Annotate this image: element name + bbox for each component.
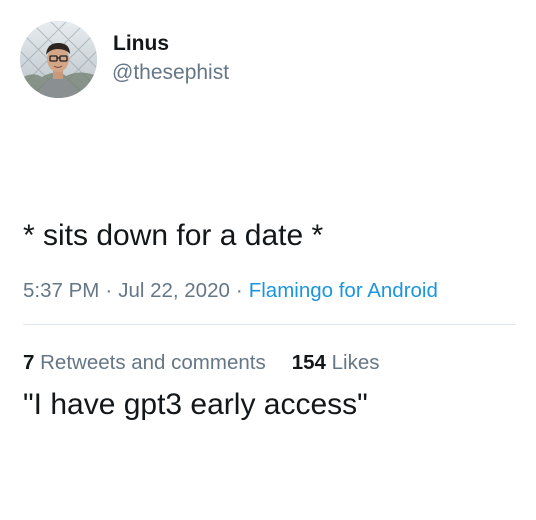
likes-count: 154 [291,351,326,374]
meta-separator: · [235,279,243,302]
tweet-card: Linus @thesephist * sits down for a date… [0,0,536,421]
likes-label: Likes [331,351,380,374]
tweet-date[interactable]: Jul 22, 2020 [118,279,230,302]
retweets-stat[interactable]: 7 Retweets and comments [23,351,266,374]
retweets-label: Retweets and comments [40,351,266,374]
tweet-text: * sits down for a date * "I have gpt3 ea… [23,121,368,520]
tweet-text-line-2: "I have gpt3 early access" [23,388,368,421]
divider [23,324,516,325]
tweet-text-line-1: * sits down for a date * [23,219,324,252]
avatar[interactable] [20,21,97,98]
likes-stat[interactable]: 154 Likes [292,351,380,374]
display-name[interactable]: Linus [113,32,169,56]
tweet-stats: 7 Retweets and comments 154 Likes [23,351,380,375]
tweet-source-link[interactable]: Flamingo for Android [249,279,438,302]
tweet-meta: 5:37 PM · Jul 22, 2020 · Flamingo for Androi… [23,279,438,303]
user-handle[interactable]: @thesephist [112,61,229,85]
retweets-count: 7 [23,351,35,374]
tweet-time[interactable]: 5:37 PM [23,279,99,302]
avatar-photo [20,21,97,98]
meta-separator: · [105,279,113,302]
